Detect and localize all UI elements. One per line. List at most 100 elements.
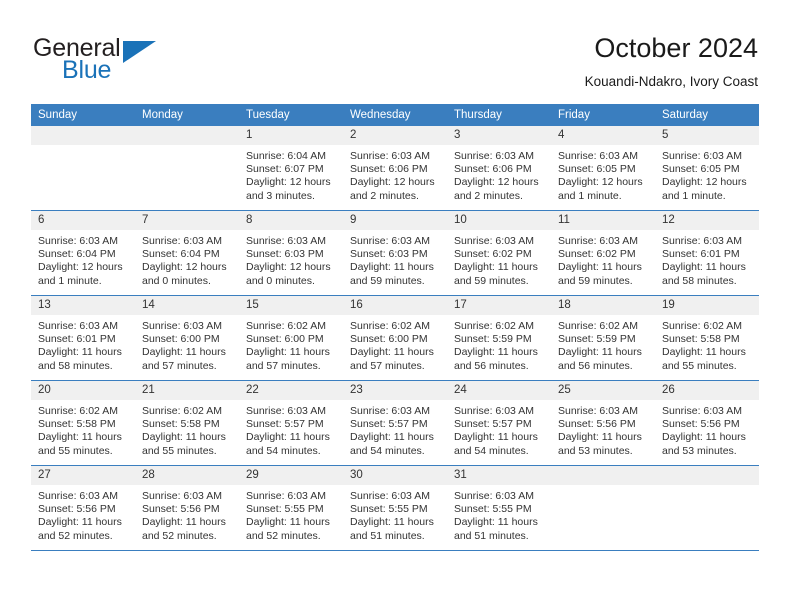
sunset-text: Sunset: 5:58 PM — [142, 418, 220, 431]
daylight-text: Daylight: 11 hours and 54 minutes. — [454, 431, 538, 457]
calendar-day-cell[interactable]: 23 Sunrise: 6:03 AM Sunset: 5:57 PM Dayligh… — [343, 380, 447, 466]
calendar-day-cell[interactable]: 9 Sunrise: 6:03 AM Sunset: 6:03 PM Daylight… — [343, 210, 447, 296]
daylight-text: Daylight: 11 hours and 56 minutes. — [454, 346, 538, 372]
sunset-text: Sunset: 5:56 PM — [558, 418, 636, 431]
day-sun-info: Sunrise: 6:03 AM Sunset: 6:04 PM Daylight:… — [135, 230, 239, 288]
sunrise-text: Sunrise: 6:02 AM — [454, 320, 534, 332]
day-number: 7 — [135, 211, 239, 230]
sunrise-text: Sunrise: 6:02 AM — [246, 320, 326, 332]
calendar-day-cell[interactable]: 14 Sunrise: 6:03 AM Sunset: 6:00 PM Dayligh… — [135, 295, 239, 381]
weekday-header-sunday: Sunday — [31, 104, 135, 126]
calendar-day-cell[interactable]: 20 Sunrise: 6:02 AM Sunset: 5:58 PM Dayligh… — [31, 380, 135, 466]
sunset-text: Sunset: 5:55 PM — [246, 503, 324, 516]
daylight-text: Daylight: 11 hours and 57 minutes. — [350, 346, 434, 372]
daylight-text: Daylight: 12 hours and 1 minute. — [662, 176, 747, 202]
sunrise-text: Sunrise: 6:03 AM — [246, 490, 326, 502]
calendar-day-cell[interactable]: 5 Sunrise: 6:03 AM Sunset: 6:05 PM Daylight… — [655, 126, 759, 211]
daylight-text: Daylight: 12 hours and 1 minute. — [38, 261, 123, 287]
day-sun-info: Sunrise: 6:03 AM Sunset: 6:06 PM Daylight:… — [447, 145, 551, 203]
sunrise-text: Sunrise: 6:03 AM — [38, 235, 118, 247]
calendar-day-cell[interactable]: 2 Sunrise: 6:03 AM Sunset: 6:06 PM Daylight… — [343, 126, 447, 211]
calendar-day-cell[interactable]: 10 Sunrise: 6:03 AM Sunset: 6:02 PM Dayligh… — [447, 210, 551, 296]
calendar-day-cell[interactable]: 18 Sunrise: 6:02 AM Sunset: 5:59 PM Dayligh… — [551, 295, 655, 381]
calendar-day-cell[interactable]: 8 Sunrise: 6:03 AM Sunset: 6:03 PM Daylight… — [239, 210, 343, 296]
calendar-day-cell[interactable]: 30 Sunrise: 6:03 AM Sunset: 5:55 PM Dayligh… — [343, 465, 447, 551]
sunrise-text: Sunrise: 6:03 AM — [350, 405, 430, 417]
sunset-text: Sunset: 5:56 PM — [142, 503, 220, 516]
daylight-text: Daylight: 11 hours and 55 minutes. — [662, 346, 746, 372]
calendar-day-cell[interactable]: 7 Sunrise: 6:03 AM Sunset: 6:04 PM Daylight… — [135, 210, 239, 296]
day-sun-info: Sunrise: 6:02 AM Sunset: 6:00 PM Daylight:… — [239, 315, 343, 373]
sunrise-text: Sunrise: 6:02 AM — [142, 405, 222, 417]
calendar-day-cell[interactable]: 6 Sunrise: 6:03 AM Sunset: 6:04 PM Daylight… — [31, 210, 135, 296]
calendar-day-cell[interactable]: 26 Sunrise: 6:03 AM Sunset: 5:56 PM Dayligh… — [655, 380, 759, 466]
calendar-day-cell-empty — [31, 126, 135, 211]
weekday-header-saturday: Saturday — [655, 104, 759, 126]
sunset-text: Sunset: 6:06 PM — [454, 163, 532, 176]
calendar-day-cell[interactable]: 21 Sunrise: 6:02 AM Sunset: 5:58 PM Dayligh… — [135, 380, 239, 466]
daylight-text: Daylight: 12 hours and 2 minutes. — [350, 176, 435, 202]
day-number: 4 — [551, 126, 655, 145]
calendar-week-row: 27 Sunrise: 6:03 AM Sunset: 5:56 PM Dayligh… — [31, 465, 759, 551]
sunrise-text: Sunrise: 6:03 AM — [662, 150, 742, 162]
day-sun-info: Sunrise: 6:03 AM Sunset: 5:55 PM Daylight:… — [447, 485, 551, 543]
daylight-text: Daylight: 11 hours and 51 minutes. — [454, 516, 538, 542]
sunset-text: Sunset: 5:58 PM — [38, 418, 116, 431]
calendar-day-cell[interactable]: 28 Sunrise: 6:03 AM Sunset: 5:56 PM Dayligh… — [135, 465, 239, 551]
weekday-header-thursday: Thursday — [447, 104, 551, 126]
calendar-day-cell[interactable]: 4 Sunrise: 6:03 AM Sunset: 6:05 PM Daylight… — [551, 126, 655, 211]
calendar-day-cell[interactable]: 12 Sunrise: 6:03 AM Sunset: 6:01 PM Dayligh… — [655, 210, 759, 296]
daylight-text: Daylight: 11 hours and 57 minutes. — [142, 346, 226, 372]
title-block: October 2024 Kouandi-Ndakro, Ivory Coast — [585, 32, 758, 91]
calendar-day-cell[interactable]: 11 Sunrise: 6:03 AM Sunset: 6:02 PM Dayligh… — [551, 210, 655, 296]
location-subtitle: Kouandi-Ndakro, Ivory Coast — [584, 74, 758, 89]
calendar-week-row: 20 Sunrise: 6:02 AM Sunset: 5:58 PM Dayligh… — [31, 380, 759, 466]
day-number: 20 — [31, 381, 135, 400]
calendar-day-cell[interactable]: 1 Sunrise: 6:04 AM Sunset: 6:07 PM Daylight… — [239, 126, 343, 211]
calendar-day-cell-empty — [655, 465, 759, 551]
day-sun-info: Sunrise: 6:03 AM Sunset: 6:01 PM Daylight:… — [31, 315, 135, 373]
day-sun-info: Sunrise: 6:03 AM Sunset: 5:56 PM Daylight:… — [135, 485, 239, 543]
sunrise-sunset-calendar: Sunday Monday Tuesday Wednesday Thursday… — [31, 104, 759, 551]
calendar-day-cell[interactable]: 31 Sunrise: 6:03 AM Sunset: 5:55 PM Dayligh… — [447, 465, 551, 551]
calendar-day-cell[interactable]: 29 Sunrise: 6:03 AM Sunset: 5:55 PM Dayligh… — [239, 465, 343, 551]
day-number: 22 — [239, 381, 343, 400]
day-number: 21 — [135, 381, 239, 400]
sunrise-text: Sunrise: 6:02 AM — [38, 405, 118, 417]
calendar-day-cell[interactable]: 13 Sunrise: 6:03 AM Sunset: 6:01 PM Dayligh… — [31, 295, 135, 381]
daylight-text: Daylight: 11 hours and 53 minutes. — [662, 431, 746, 457]
calendar-body: 1 Sunrise: 6:04 AM Sunset: 6:07 PM Daylight… — [31, 126, 759, 551]
daylight-text: Daylight: 11 hours and 54 minutes. — [350, 431, 434, 457]
day-sun-info: Sunrise: 6:02 AM Sunset: 6:00 PM Daylight:… — [343, 315, 447, 373]
logo-text-blue: Blue — [62, 56, 112, 84]
calendar-day-cell[interactable]: 25 Sunrise: 6:03 AM Sunset: 5:56 PM Dayligh… — [551, 380, 655, 466]
calendar-day-cell[interactable]: 27 Sunrise: 6:03 AM Sunset: 5:56 PM Dayligh… — [31, 465, 135, 551]
day-number: 13 — [31, 296, 135, 315]
calendar-day-cell[interactable]: 15 Sunrise: 6:02 AM Sunset: 6:00 PM Dayligh… — [239, 295, 343, 381]
sunset-text: Sunset: 6:00 PM — [246, 333, 324, 346]
calendar-day-cell[interactable]: 16 Sunrise: 6:02 AM Sunset: 6:00 PM Dayligh… — [343, 295, 447, 381]
day-sun-info: Sunrise: 6:03 AM Sunset: 6:03 PM Daylight:… — [239, 230, 343, 288]
day-sun-info: Sunrise: 6:03 AM Sunset: 6:02 PM Daylight:… — [551, 230, 655, 288]
day-number — [135, 126, 239, 145]
day-number: 18 — [551, 296, 655, 315]
calendar-day-cell[interactable]: 22 Sunrise: 6:03 AM Sunset: 5:57 PM Dayligh… — [239, 380, 343, 466]
day-number: 6 — [31, 211, 135, 230]
calendar-day-cell[interactable]: 24 Sunrise: 6:03 AM Sunset: 5:57 PM Dayligh… — [447, 380, 551, 466]
day-number: 12 — [655, 211, 759, 230]
calendar-day-cell[interactable]: 17 Sunrise: 6:02 AM Sunset: 5:59 PM Dayligh… — [447, 295, 551, 381]
day-sun-info: Sunrise: 6:02 AM Sunset: 5:59 PM Daylight:… — [551, 315, 655, 373]
sunrise-text: Sunrise: 6:03 AM — [38, 490, 118, 502]
day-sun-info: Sunrise: 6:03 AM Sunset: 5:55 PM Daylight:… — [343, 485, 447, 543]
daylight-text: Daylight: 11 hours and 54 minutes. — [246, 431, 330, 457]
daylight-text: Daylight: 11 hours and 58 minutes. — [38, 346, 122, 372]
day-number: 15 — [239, 296, 343, 315]
calendar-day-cell[interactable]: 19 Sunrise: 6:02 AM Sunset: 5:58 PM Dayligh… — [655, 295, 759, 381]
sunrise-text: Sunrise: 6:03 AM — [142, 235, 222, 247]
day-number: 10 — [447, 211, 551, 230]
daylight-text: Daylight: 11 hours and 51 minutes. — [350, 516, 434, 542]
sunrise-text: Sunrise: 6:03 AM — [662, 235, 742, 247]
day-number: 1 — [239, 126, 343, 145]
calendar-day-cell[interactable]: 3 Sunrise: 6:03 AM Sunset: 6:06 PM Daylight… — [447, 126, 551, 211]
day-number — [31, 126, 135, 145]
